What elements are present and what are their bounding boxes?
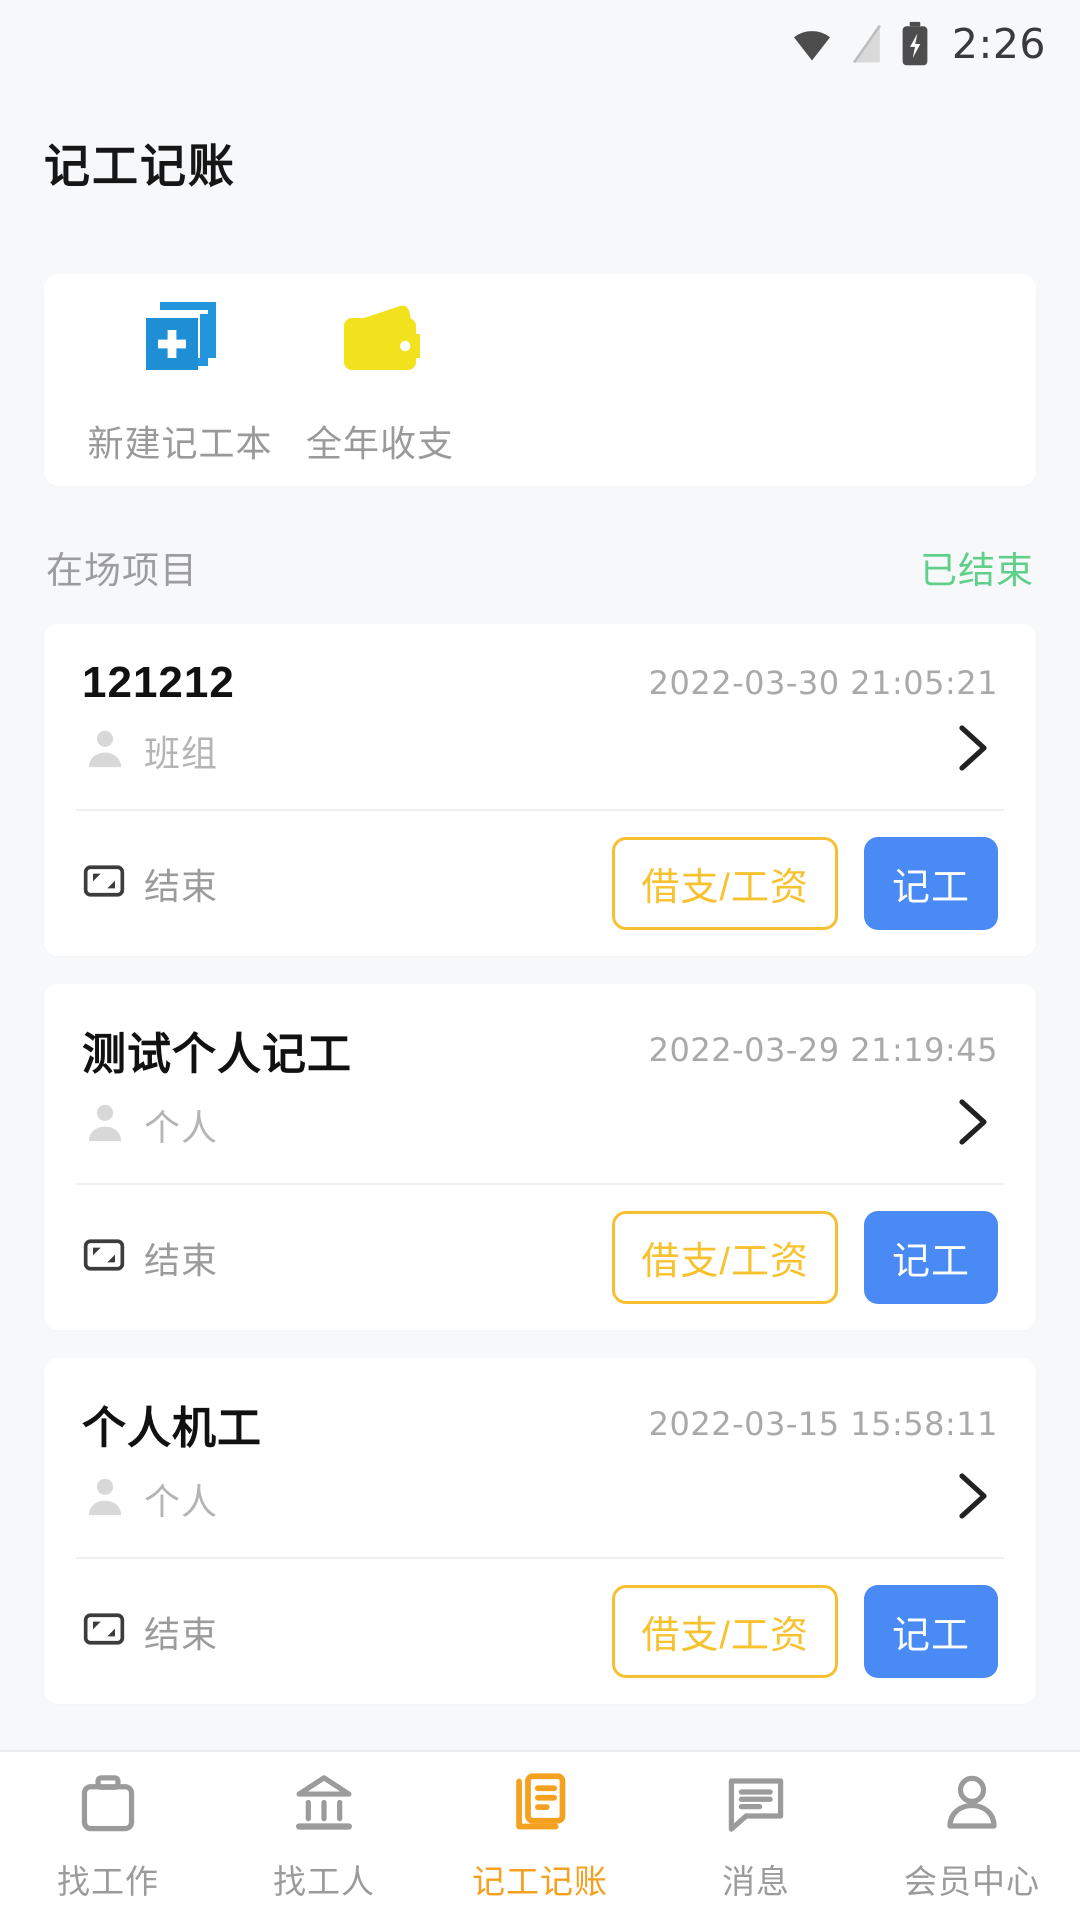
project-date: 2022-03-30 21:05:21 [648, 664, 998, 702]
project-actions-row: 结束 借支/工资 记工 [76, 1185, 1004, 1330]
end-label: 结束 [144, 865, 219, 907]
project-header: 121212 2022-03-30 21:05:21 [76, 624, 1004, 708]
chevron-right-icon[interactable] [952, 722, 998, 779]
project-actions-row: 结束 借支/工资 记工 [76, 811, 1004, 956]
loan-salary-button[interactable]: 借支/工资 [612, 1211, 838, 1304]
wifi-icon [790, 22, 834, 66]
wallet-icon [332, 294, 428, 395]
tab-label: 找工人 [273, 1862, 375, 1900]
quick-action-new-notebook[interactable]: 新建记工本 [80, 294, 280, 467]
section-title: 在场项目 [46, 550, 198, 591]
project-buttons: 借支/工资 记工 [612, 837, 998, 930]
end-icon [82, 1607, 126, 1656]
project-type-row[interactable]: 个人 [76, 1456, 1004, 1559]
person-icon [938, 1770, 1006, 1843]
bank-icon [290, 1770, 358, 1843]
project-name: 测试个人记工 [82, 1030, 352, 1079]
project-type: 班组 [82, 725, 218, 777]
end-icon [82, 859, 126, 908]
loan-salary-button[interactable]: 借支/工资 [612, 1585, 838, 1678]
project-name: 121212 [82, 658, 235, 707]
end-label: 结束 [144, 1613, 219, 1655]
person-icon [82, 1473, 128, 1524]
bottom-tab-bar: 找工作 找工人 记工记账 消息 会员中心 [0, 1750, 1080, 1920]
project-buttons: 借支/工资 记工 [612, 1585, 998, 1678]
tab-label: 记工记账 [472, 1862, 608, 1900]
project-type: 个人 [82, 1099, 218, 1151]
project-header: 测试个人记工 2022-03-29 21:19:45 [76, 984, 1004, 1082]
app-screen: 2:26 记工记账 新建记工本 全年收支 在场项目 已结束 121212 202… [0, 0, 1080, 1920]
page-title: 记工记账 [44, 140, 236, 192]
end-project-action[interactable]: 结束 [82, 858, 218, 910]
tab-label: 会员中心 [904, 1862, 1040, 1900]
battery-charging-icon [900, 21, 930, 67]
tab-member-center[interactable]: 会员中心 [864, 1770, 1080, 1903]
section-header: 在场项目 已结束 [46, 540, 1034, 594]
project-card[interactable]: 测试个人记工 2022-03-29 21:19:45 个人 结束 借支/工资 记… [44, 984, 1036, 1330]
project-buttons: 借支/工资 记工 [612, 1211, 998, 1304]
tab-find-worker[interactable]: 找工人 [216, 1770, 432, 1903]
project-card[interactable]: 个人机工 2022-03-15 15:58:11 个人 结束 借支/工资 记工 [44, 1358, 1036, 1704]
record-work-button[interactable]: 记工 [863, 1211, 998, 1304]
project-type-label: 个人 [144, 1480, 219, 1522]
quick-action-yearly-income[interactable]: 全年收支 [280, 294, 480, 467]
end-project-action[interactable]: 结束 [82, 1606, 218, 1658]
quick-actions-card: 新建记工本 全年收支 [44, 274, 1036, 486]
quick-action-label: 全年收支 [305, 422, 454, 464]
project-date: 2022-03-15 15:58:11 [648, 1405, 998, 1443]
tab-label: 找工作 [57, 1862, 159, 1900]
signal-icon [850, 22, 884, 66]
tab-find-job[interactable]: 找工作 [0, 1770, 216, 1903]
end-project-action[interactable]: 结束 [82, 1232, 218, 1284]
project-actions-row: 结束 借支/工资 记工 [76, 1559, 1004, 1704]
record-work-button[interactable]: 记工 [863, 1585, 998, 1678]
loan-salary-button[interactable]: 借支/工资 [612, 837, 838, 930]
status-time: 2:26 [951, 20, 1046, 68]
project-name: 个人机工 [82, 1404, 262, 1453]
status-bar: 2:26 [0, 0, 1080, 88]
person-icon [82, 725, 128, 776]
quick-action-label: 新建记工本 [87, 422, 273, 464]
tab-label: 消息 [722, 1862, 790, 1900]
project-date: 2022-03-29 21:19:45 [648, 1031, 998, 1069]
end-icon [82, 1233, 126, 1282]
project-type: 个人 [82, 1473, 218, 1525]
new-notebook-icon [132, 294, 228, 395]
project-type-row[interactable]: 班组 [76, 708, 1004, 811]
tab-work-ledger[interactable]: 记工记账 [432, 1770, 648, 1903]
end-label: 结束 [144, 1239, 219, 1281]
project-type-label: 班组 [144, 732, 219, 774]
record-work-button[interactable]: 记工 [863, 837, 998, 930]
finished-projects-link[interactable]: 已结束 [920, 540, 1034, 594]
project-header: 个人机工 2022-03-15 15:58:11 [76, 1358, 1004, 1456]
project-type-row[interactable]: 个人 [76, 1082, 1004, 1185]
person-icon [82, 1099, 128, 1150]
project-type-label: 个人 [144, 1106, 219, 1148]
chevron-right-icon[interactable] [952, 1470, 998, 1527]
chat-icon [722, 1770, 790, 1843]
chevron-right-icon[interactable] [952, 1096, 998, 1153]
project-card[interactable]: 121212 2022-03-30 21:05:21 班组 结束 借支/工资 记… [44, 624, 1036, 956]
project-list[interactable]: 121212 2022-03-30 21:05:21 班组 结束 借支/工资 记… [0, 624, 1080, 1750]
tab-messages[interactable]: 消息 [648, 1770, 864, 1903]
ledger-icon [506, 1770, 574, 1843]
briefcase-icon [74, 1770, 142, 1843]
